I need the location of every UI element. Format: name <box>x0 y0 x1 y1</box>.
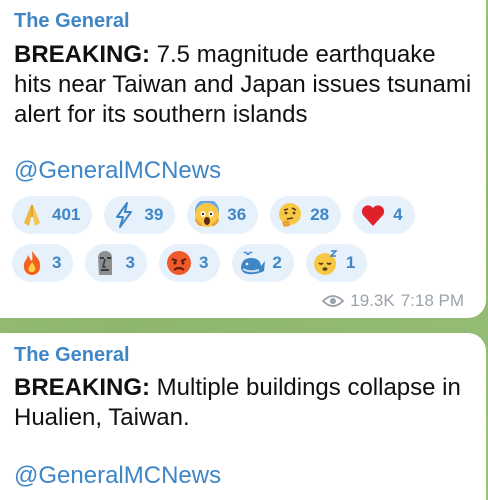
message-text: BREAKING: 7.5 magnitude earthquake hits … <box>14 40 472 130</box>
message-meta: 19.3K 7:18 PM <box>322 291 464 311</box>
sender-name[interactable]: The General <box>14 10 130 33</box>
reaction-count: 1 <box>345 253 356 272</box>
breaking-label: BREAKING: <box>14 374 150 401</box>
lightning-icon <box>110 201 138 229</box>
eye-icon <box>322 295 345 307</box>
view-count: 19.3K <box>350 291 395 310</box>
reaction-count: 39 <box>144 205 164 224</box>
reaction-sleeping-face[interactable]: 1 <box>305 244 368 282</box>
channel-handle-link[interactable]: @GeneralMCNews <box>14 462 221 490</box>
message-bubble[interactable]: The General BREAKING: 7.5 magnitude eart… <box>0 0 486 318</box>
reaction-red-heart[interactable]: 4 <box>353 196 415 234</box>
channel-handle-link[interactable]: @GeneralMCNews <box>14 157 221 185</box>
fire-icon <box>18 249 46 277</box>
thinking-face-icon <box>276 201 304 229</box>
sleeping-face-icon <box>312 249 340 277</box>
reaction-count: 3 <box>52 253 62 272</box>
reaction-screaming-face[interactable]: 36 <box>187 196 259 234</box>
reaction-count: 28 <box>310 205 330 224</box>
red-heart-icon <box>359 201 387 229</box>
reaction-thinking-face[interactable]: 28 <box>270 196 342 234</box>
sender-name[interactable]: The General <box>14 344 130 367</box>
reaction-count: 3 <box>198 253 209 272</box>
reaction-whale[interactable]: 2 <box>232 244 294 282</box>
reaction-count: 401 <box>52 205 81 224</box>
breaking-label: BREAKING: <box>14 41 150 68</box>
screaming-face-icon <box>193 201 221 229</box>
reaction-lightning[interactable]: 39 <box>104 196 176 234</box>
reaction-count: 36 <box>227 205 247 224</box>
reaction-fire[interactable]: 3 <box>12 244 74 282</box>
message-text: BREAKING: Multiple buildings collapse in… <box>14 373 472 433</box>
folded-hands-icon <box>18 201 46 229</box>
message-bubble[interactable]: The General BREAKING: Multiple buildings… <box>0 333 486 500</box>
message-time: 7:18 PM <box>400 291 464 310</box>
angry-face-icon <box>165 249 193 277</box>
moai-icon <box>91 249 119 277</box>
reaction-count: 4 <box>393 205 403 224</box>
reaction-moai[interactable]: 3 <box>85 244 147 282</box>
reaction-angry-face[interactable]: 3 <box>158 244 221 282</box>
whale-icon <box>238 249 266 277</box>
reaction-count: 3 <box>125 253 135 272</box>
reaction-count: 2 <box>272 253 282 272</box>
reaction-folded-hands[interactable]: 401 <box>12 196 93 234</box>
reaction-bar: 401 39 36 28 4 3 3 3 2 1 <box>12 196 476 282</box>
